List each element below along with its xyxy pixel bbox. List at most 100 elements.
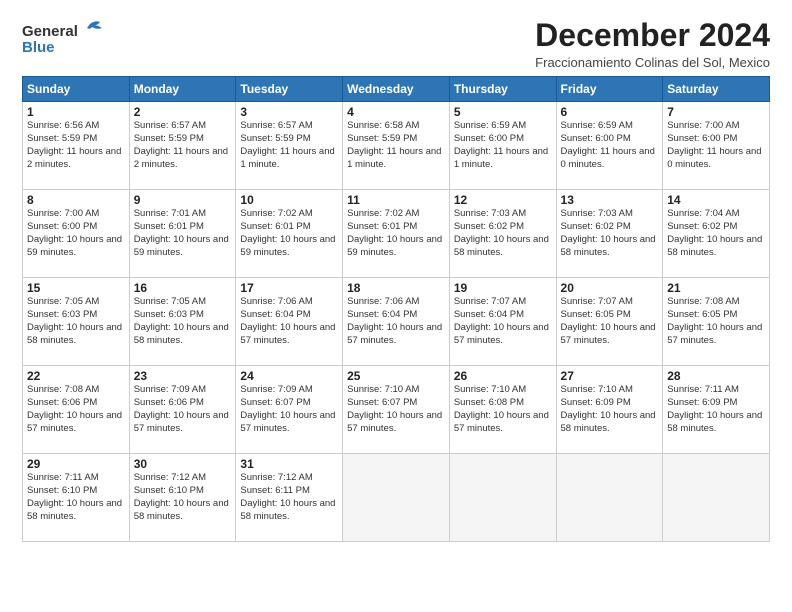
list-item: 19 Sunrise: 7:07 AMSunset: 6:04 PMDaylig… xyxy=(449,278,556,366)
day-info: Sunrise: 7:00 AMSunset: 6:00 PMDaylight:… xyxy=(667,120,765,171)
col-monday: Monday xyxy=(129,77,236,102)
col-wednesday: Wednesday xyxy=(343,77,450,102)
list-item: 1 Sunrise: 6:56 AMSunset: 5:59 PMDayligh… xyxy=(23,102,130,190)
day-number: 20 xyxy=(561,281,659,295)
logo: General Blue xyxy=(22,18,112,62)
list-item: 13 Sunrise: 7:03 AMSunset: 6:02 PMDaylig… xyxy=(556,190,663,278)
list-item xyxy=(343,454,450,542)
day-number: 15 xyxy=(27,281,125,295)
calendar: Sunday Monday Tuesday Wednesday Thursday… xyxy=(22,76,770,542)
day-number: 22 xyxy=(27,369,125,383)
calendar-header: Sunday Monday Tuesday Wednesday Thursday… xyxy=(23,77,770,102)
list-item: 29 Sunrise: 7:11 AMSunset: 6:10 PMDaylig… xyxy=(23,454,130,542)
day-info: Sunrise: 7:07 AMSunset: 6:05 PMDaylight:… xyxy=(561,296,659,347)
day-info: Sunrise: 7:10 AMSunset: 6:08 PMDaylight:… xyxy=(454,384,552,435)
list-item: 14 Sunrise: 7:04 AMSunset: 6:02 PMDaylig… xyxy=(663,190,770,278)
day-info: Sunrise: 7:02 AMSunset: 6:01 PMDaylight:… xyxy=(347,208,445,259)
title-block: December 2024 Fraccionamiento Colinas de… xyxy=(535,18,770,70)
list-item: 5 Sunrise: 6:59 AMSunset: 6:00 PMDayligh… xyxy=(449,102,556,190)
day-number: 10 xyxy=(240,193,338,207)
list-item: 22 Sunrise: 7:08 AMSunset: 6:06 PMDaylig… xyxy=(23,366,130,454)
list-item: 11 Sunrise: 7:02 AMSunset: 6:01 PMDaylig… xyxy=(343,190,450,278)
day-info: Sunrise: 6:58 AMSunset: 5:59 PMDaylight:… xyxy=(347,120,445,171)
list-item: 24 Sunrise: 7:09 AMSunset: 6:07 PMDaylig… xyxy=(236,366,343,454)
list-item: 12 Sunrise: 7:03 AMSunset: 6:02 PMDaylig… xyxy=(449,190,556,278)
day-number: 17 xyxy=(240,281,338,295)
list-item: 21 Sunrise: 7:08 AMSunset: 6:05 PMDaylig… xyxy=(663,278,770,366)
day-number: 23 xyxy=(134,369,232,383)
list-item: 20 Sunrise: 7:07 AMSunset: 6:05 PMDaylig… xyxy=(556,278,663,366)
list-item: 15 Sunrise: 7:05 AMSunset: 6:03 PMDaylig… xyxy=(23,278,130,366)
day-number: 25 xyxy=(347,369,445,383)
day-info: Sunrise: 7:06 AMSunset: 6:04 PMDaylight:… xyxy=(347,296,445,347)
day-info: Sunrise: 7:06 AMSunset: 6:04 PMDaylight:… xyxy=(240,296,338,347)
day-number: 27 xyxy=(561,369,659,383)
day-number: 14 xyxy=(667,193,765,207)
list-item: 8 Sunrise: 7:00 AMSunset: 6:00 PMDayligh… xyxy=(23,190,130,278)
day-info: Sunrise: 7:12 AMSunset: 6:10 PMDaylight:… xyxy=(134,472,232,523)
day-number: 31 xyxy=(240,457,338,471)
list-item: 4 Sunrise: 6:58 AMSunset: 5:59 PMDayligh… xyxy=(343,102,450,190)
list-item xyxy=(556,454,663,542)
table-row: 22 Sunrise: 7:08 AMSunset: 6:06 PMDaylig… xyxy=(23,366,770,454)
list-item: 23 Sunrise: 7:09 AMSunset: 6:06 PMDaylig… xyxy=(129,366,236,454)
day-info: Sunrise: 7:11 AMSunset: 6:09 PMDaylight:… xyxy=(667,384,765,435)
header-row: Sunday Monday Tuesday Wednesday Thursday… xyxy=(23,77,770,102)
day-info: Sunrise: 7:10 AMSunset: 6:07 PMDaylight:… xyxy=(347,384,445,435)
day-info: Sunrise: 6:57 AMSunset: 5:59 PMDaylight:… xyxy=(134,120,232,171)
day-info: Sunrise: 7:10 AMSunset: 6:09 PMDaylight:… xyxy=(561,384,659,435)
list-item: 10 Sunrise: 7:02 AMSunset: 6:01 PMDaylig… xyxy=(236,190,343,278)
day-info: Sunrise: 7:09 AMSunset: 6:06 PMDaylight:… xyxy=(134,384,232,435)
header: General Blue December 2024 Fraccionamien… xyxy=(22,18,770,70)
list-item: 2 Sunrise: 6:57 AMSunset: 5:59 PMDayligh… xyxy=(129,102,236,190)
col-tuesday: Tuesday xyxy=(236,77,343,102)
month-title: December 2024 xyxy=(535,18,770,53)
day-number: 16 xyxy=(134,281,232,295)
page: General Blue December 2024 Fraccionamien… xyxy=(0,0,792,612)
day-number: 5 xyxy=(454,105,552,119)
day-info: Sunrise: 7:01 AMSunset: 6:01 PMDaylight:… xyxy=(134,208,232,259)
day-info: Sunrise: 7:12 AMSunset: 6:11 PMDaylight:… xyxy=(240,472,338,523)
list-item xyxy=(663,454,770,542)
day-number: 18 xyxy=(347,281,445,295)
day-number: 1 xyxy=(27,105,125,119)
day-info: Sunrise: 6:57 AMSunset: 5:59 PMDaylight:… xyxy=(240,120,338,171)
day-info: Sunrise: 7:05 AMSunset: 6:03 PMDaylight:… xyxy=(134,296,232,347)
list-item: 16 Sunrise: 7:05 AMSunset: 6:03 PMDaylig… xyxy=(129,278,236,366)
logo-svg: General Blue xyxy=(22,18,112,62)
day-info: Sunrise: 6:56 AMSunset: 5:59 PMDaylight:… xyxy=(27,120,125,171)
day-number: 12 xyxy=(454,193,552,207)
day-number: 29 xyxy=(27,457,125,471)
list-item: 7 Sunrise: 7:00 AMSunset: 6:00 PMDayligh… xyxy=(663,102,770,190)
list-item xyxy=(449,454,556,542)
table-row: 8 Sunrise: 7:00 AMSunset: 6:00 PMDayligh… xyxy=(23,190,770,278)
svg-text:General: General xyxy=(22,23,78,40)
table-row: 29 Sunrise: 7:11 AMSunset: 6:10 PMDaylig… xyxy=(23,454,770,542)
day-number: 7 xyxy=(667,105,765,119)
day-info: Sunrise: 7:00 AMSunset: 6:00 PMDaylight:… xyxy=(27,208,125,259)
col-sunday: Sunday xyxy=(23,77,130,102)
list-item: 30 Sunrise: 7:12 AMSunset: 6:10 PMDaylig… xyxy=(129,454,236,542)
day-info: Sunrise: 7:02 AMSunset: 6:01 PMDaylight:… xyxy=(240,208,338,259)
day-number: 3 xyxy=(240,105,338,119)
table-row: 1 Sunrise: 6:56 AMSunset: 5:59 PMDayligh… xyxy=(23,102,770,190)
list-item: 17 Sunrise: 7:06 AMSunset: 6:04 PMDaylig… xyxy=(236,278,343,366)
list-item: 9 Sunrise: 7:01 AMSunset: 6:01 PMDayligh… xyxy=(129,190,236,278)
list-item: 3 Sunrise: 6:57 AMSunset: 5:59 PMDayligh… xyxy=(236,102,343,190)
day-info: Sunrise: 7:03 AMSunset: 6:02 PMDaylight:… xyxy=(561,208,659,259)
calendar-body: 1 Sunrise: 6:56 AMSunset: 5:59 PMDayligh… xyxy=(23,102,770,542)
list-item: 27 Sunrise: 7:10 AMSunset: 6:09 PMDaylig… xyxy=(556,366,663,454)
day-info: Sunrise: 7:05 AMSunset: 6:03 PMDaylight:… xyxy=(27,296,125,347)
day-info: Sunrise: 7:11 AMSunset: 6:10 PMDaylight:… xyxy=(27,472,125,523)
day-number: 4 xyxy=(347,105,445,119)
day-info: Sunrise: 7:08 AMSunset: 6:05 PMDaylight:… xyxy=(667,296,765,347)
col-saturday: Saturday xyxy=(663,77,770,102)
day-info: Sunrise: 6:59 AMSunset: 6:00 PMDaylight:… xyxy=(454,120,552,171)
day-info: Sunrise: 7:04 AMSunset: 6:02 PMDaylight:… xyxy=(667,208,765,259)
subtitle: Fraccionamiento Colinas del Sol, Mexico xyxy=(535,55,770,70)
list-item: 25 Sunrise: 7:10 AMSunset: 6:07 PMDaylig… xyxy=(343,366,450,454)
day-number: 13 xyxy=(561,193,659,207)
day-number: 9 xyxy=(134,193,232,207)
day-info: Sunrise: 7:08 AMSunset: 6:06 PMDaylight:… xyxy=(27,384,125,435)
day-number: 28 xyxy=(667,369,765,383)
